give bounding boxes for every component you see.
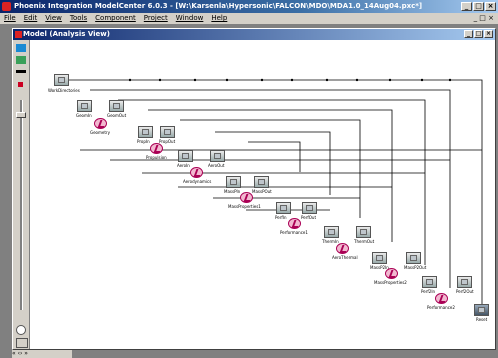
aerothermal-input-node[interactable] xyxy=(324,226,339,238)
geometry-input-node[interactable] xyxy=(77,100,92,112)
app-title-bar: Phoenix Integration ModelCenter 6.0.3 - … xyxy=(0,0,498,13)
menu-edit[interactable]: Edit xyxy=(24,13,38,24)
menu-file[interactable]: File xyxy=(4,13,16,24)
performance2-output-label: Perf2Out xyxy=(456,289,474,294)
menu-bar: File Edit View Tools Component Project W… xyxy=(0,13,498,24)
massprops2-output-label: MassP2Out xyxy=(404,265,427,270)
model-maximize-button[interactable]: □ xyxy=(474,30,483,38)
performance2-input-label: Perf2In xyxy=(421,289,436,294)
propulsion-component[interactable] xyxy=(150,143,163,154)
propulsion-input-label: PropIn xyxy=(137,139,150,144)
zoom-icon[interactable] xyxy=(16,325,26,335)
aerodynamics-input-label: AeroIn xyxy=(177,163,190,168)
reset-node[interactable] xyxy=(474,304,489,316)
massprops2-component-label: MassProperties2 xyxy=(374,280,407,285)
model-minimize-button[interactable]: _ xyxy=(464,30,473,38)
massprops2-output-node[interactable] xyxy=(406,252,421,264)
aerothermal-input-label: ThermIn xyxy=(322,239,339,244)
menu-project[interactable]: Project xyxy=(144,13,168,24)
massprops1-component-label: MassProperties1 xyxy=(228,204,261,209)
performance2-component[interactable] xyxy=(435,293,448,304)
data-links xyxy=(68,78,483,315)
model-window-title: Model (Analysis View) xyxy=(23,30,110,38)
model-icon xyxy=(15,31,22,38)
aerodynamics-component[interactable] xyxy=(190,167,203,178)
propulsion-output-node[interactable] xyxy=(160,126,175,138)
massprops1-component[interactable] xyxy=(240,192,253,203)
geometry-component-label: Geometry xyxy=(90,130,110,135)
minimize-button[interactable]: _ xyxy=(461,2,472,11)
performance1-input-node[interactable] xyxy=(276,202,291,214)
geometry-component[interactable] xyxy=(94,118,107,129)
menu-component[interactable]: Component xyxy=(95,13,136,24)
aerothermal-component-label: AeroThermal xyxy=(332,255,358,260)
menu-tools[interactable]: Tools xyxy=(70,13,87,24)
menu-view[interactable]: View xyxy=(45,13,62,24)
performance1-output-node[interactable] xyxy=(302,202,317,214)
propulsion-component-label: Propulsion xyxy=(146,155,167,160)
close-button[interactable]: × xyxy=(485,2,496,11)
zoom-slider-track[interactable] xyxy=(20,100,23,310)
aerothermal-component[interactable] xyxy=(336,243,349,254)
geometry-output-node[interactable] xyxy=(109,100,124,112)
performance1-component-label: Performance1 xyxy=(280,230,308,235)
mdi-child-controls[interactable]: _ □ × xyxy=(474,13,494,24)
reset-label: Reset xyxy=(476,317,488,322)
analysis-canvas[interactable]: WorkDirectories GeomIn GeomOut Geometry … xyxy=(30,40,495,349)
performance1-component[interactable] xyxy=(288,218,301,229)
geometry-output-label: GeomOut xyxy=(107,113,127,118)
performance2-input-node[interactable] xyxy=(422,276,437,288)
aerodynamics-output-label: AeroOut xyxy=(208,163,225,168)
massprops1-input-node[interactable] xyxy=(226,176,241,188)
fit-view-icon[interactable] xyxy=(16,338,28,348)
menu-help[interactable]: Help xyxy=(211,13,227,24)
aerothermal-output-node[interactable] xyxy=(356,226,371,238)
performance2-output-node[interactable] xyxy=(457,276,472,288)
performance1-output-label: PerfOut xyxy=(301,215,317,220)
maximize-button[interactable]: □ xyxy=(473,2,484,11)
massprops1-output-node[interactable] xyxy=(254,176,269,188)
massprops2-input-node[interactable] xyxy=(372,252,387,264)
aerodynamics-component-label: Aerodynamics xyxy=(183,179,212,184)
performance2-component-label: Performance2 xyxy=(427,305,455,310)
massprops1-output-label: MassPOut xyxy=(252,189,272,194)
link-tool-icon[interactable] xyxy=(16,70,26,73)
marker-tool-icon[interactable] xyxy=(18,82,23,87)
aerodynamics-input-node[interactable] xyxy=(178,150,193,162)
performance1-input-label: PerfIn xyxy=(275,215,287,220)
app-title: Phoenix Integration ModelCenter 6.0.3 - … xyxy=(14,2,423,10)
geometry-input-label: GeomIn xyxy=(76,113,92,118)
workdirectories-node[interactable] xyxy=(54,74,69,86)
model-window-title-bar: Model (Analysis View) _ □ × xyxy=(13,29,495,40)
menu-window[interactable]: Window xyxy=(176,13,204,24)
massprops1-input-label: MassPIn xyxy=(224,189,241,194)
workdirectories-label: WorkDirectories xyxy=(48,88,80,93)
aerodynamics-output-node[interactable] xyxy=(210,150,225,162)
zoom-slider-thumb[interactable] xyxy=(16,112,26,118)
select-tool-icon[interactable] xyxy=(16,44,26,52)
view-toolstrip xyxy=(13,40,30,349)
massprops2-component[interactable] xyxy=(385,268,398,279)
modelcenter-app-icon xyxy=(2,2,11,11)
model-close-button[interactable]: × xyxy=(484,30,493,38)
propulsion-output-label: PropOut xyxy=(159,139,176,144)
propulsion-input-node[interactable] xyxy=(138,126,153,138)
model-window: Model (Analysis View) _ □ × WorkDirector… xyxy=(12,28,496,350)
pan-tool-icon[interactable] xyxy=(16,56,26,64)
window-tabs[interactable]: « ‹› » xyxy=(12,350,72,358)
aerothermal-output-label: ThermOut xyxy=(354,239,375,244)
